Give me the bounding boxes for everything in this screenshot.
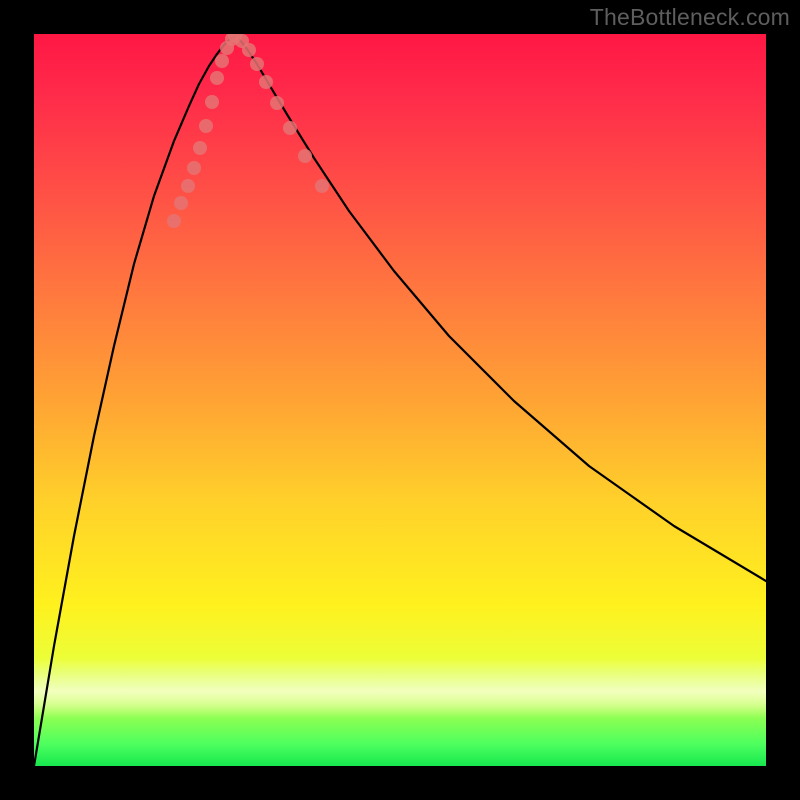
bottleneck-curve (34, 34, 766, 766)
plot-area (34, 34, 766, 766)
chart-frame: TheBottleneck.com (0, 0, 800, 800)
watermark-text: TheBottleneck.com (590, 4, 790, 31)
